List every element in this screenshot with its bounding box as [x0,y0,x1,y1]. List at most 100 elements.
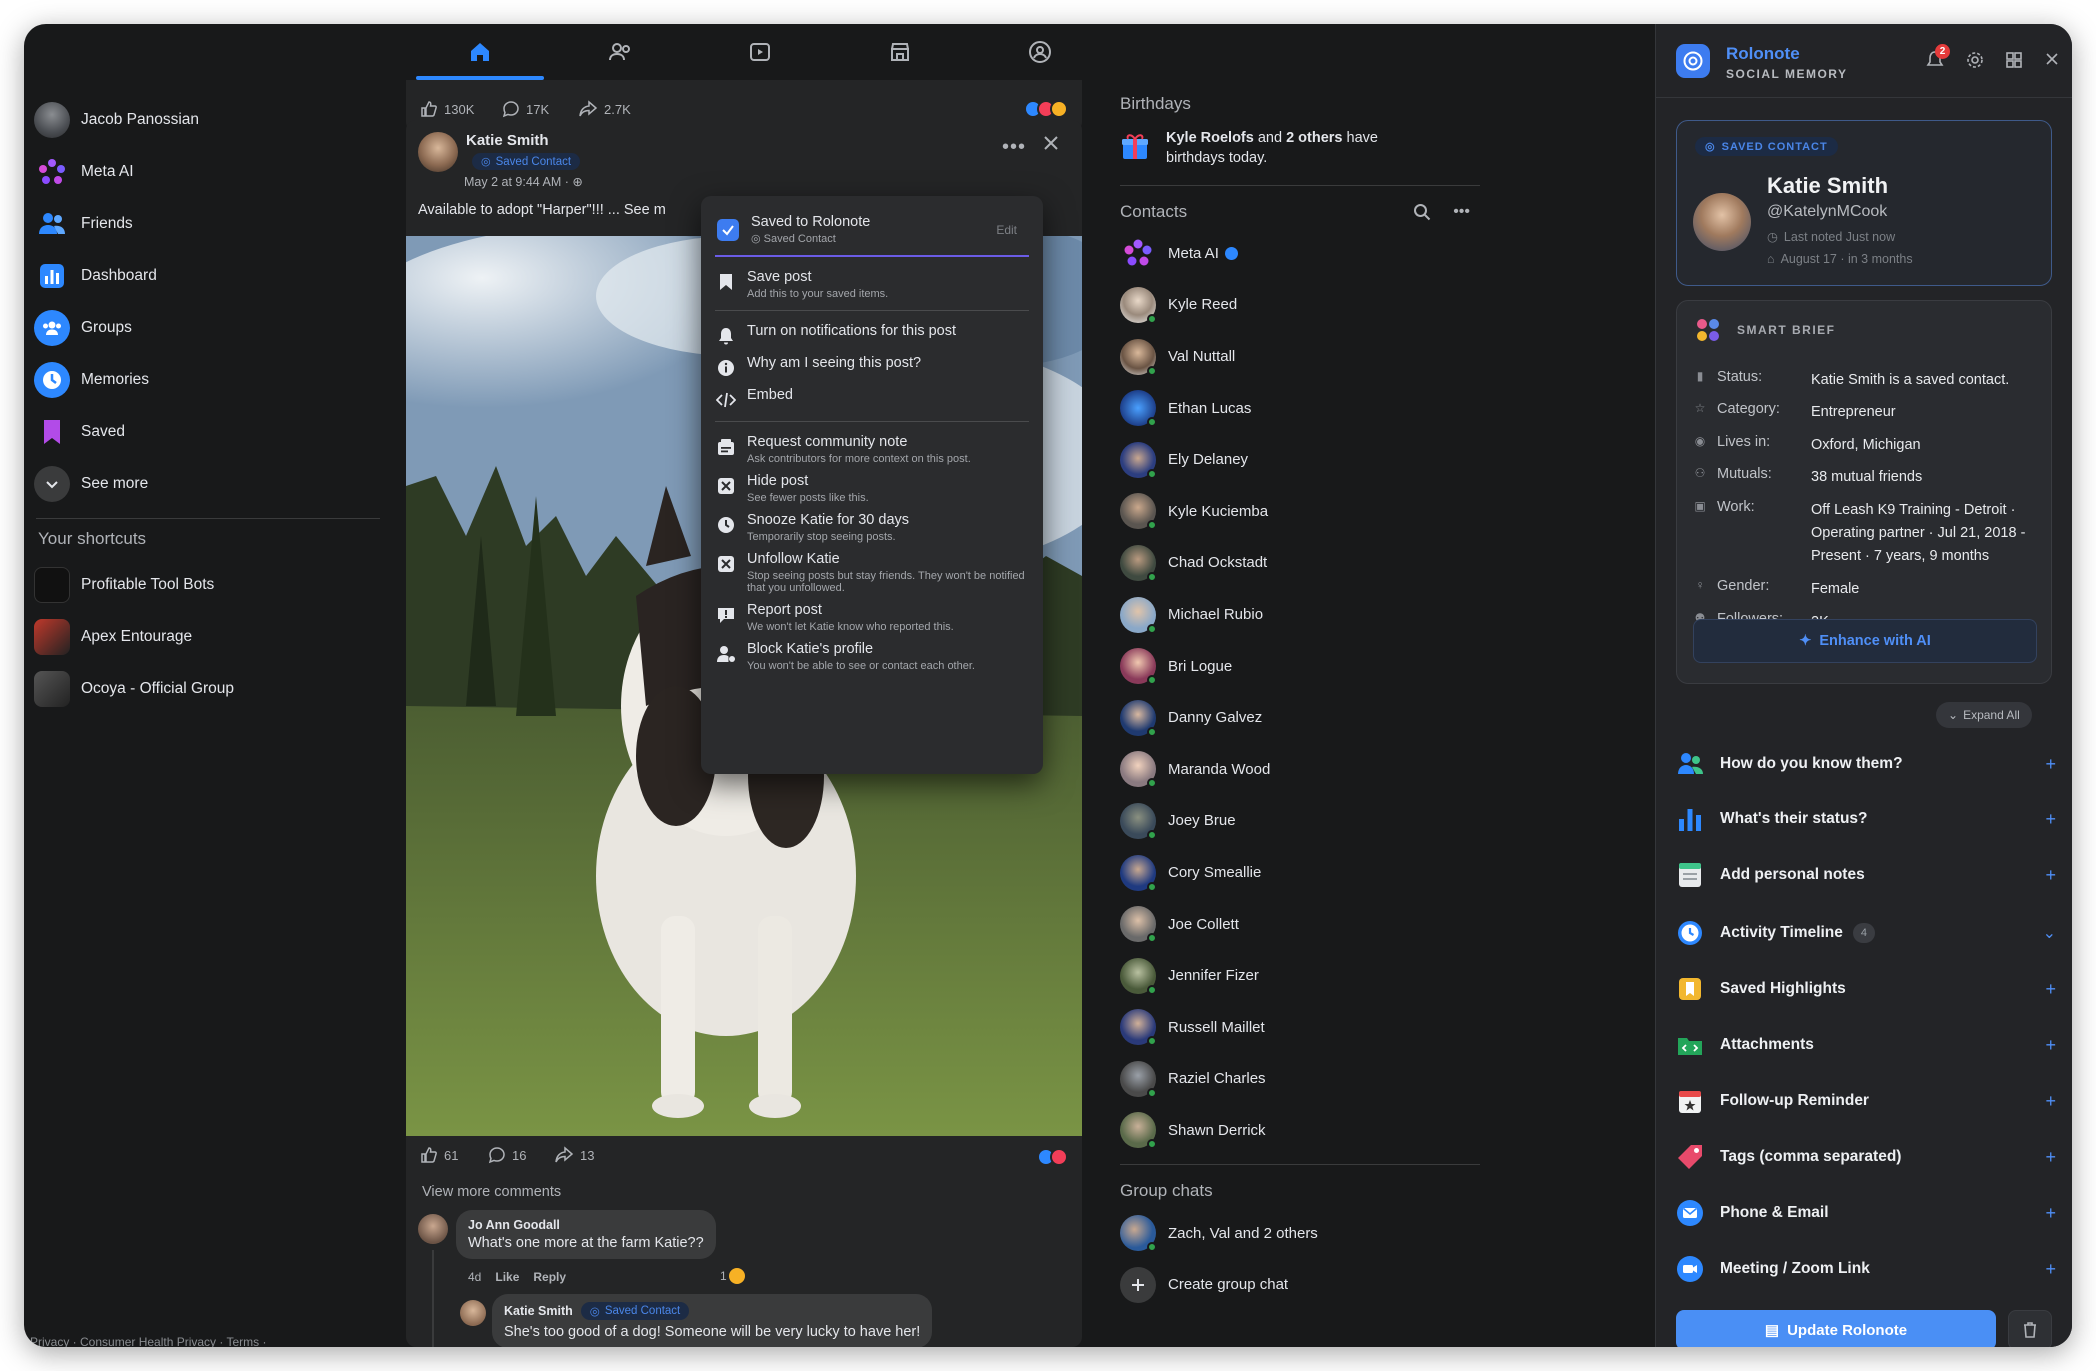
sidebar-footer[interactable]: Privacy · Consumer Health Privacy · Term… [30,1335,267,1347]
contact-item[interactable]: Russell Maillet [1120,1002,1480,1054]
create-group-chat[interactable]: Create group chat [1120,1259,1480,1311]
share-count[interactable]: 2.7K [578,100,631,118]
gear-icon[interactable] [1966,51,1984,69]
group-chat-item[interactable]: Zach, Val and 2 others [1120,1207,1480,1259]
contact-item[interactable]: Maranda Wood [1120,744,1480,796]
contact-item[interactable]: Ely Delaney [1120,434,1480,486]
post-share-count[interactable]: 13 [554,1146,594,1164]
notification-bell[interactable]: 2 [1926,44,1950,75]
contact-item[interactable]: Val Nuttall [1120,331,1480,383]
rolonote-saved-header[interactable]: Saved to Rolonote ◎ Saved Contact Edit [715,206,1029,257]
menu-item-notifications[interactable]: Turn on notifications for this post [715,323,1029,347]
comment-time[interactable]: 4d [468,1270,481,1284]
contact-item[interactable]: Danny Galvez [1120,692,1480,744]
nav-marketplace-tab[interactable] [830,24,970,80]
view-more-comments[interactable]: View more comments [422,1184,561,1200]
post-like-count[interactable]: 61 [420,1146,458,1164]
menu-item-snooze[interactable]: Snooze Katie for 30 days Temporarily stop… [715,512,1029,543]
comment-reply-button[interactable]: Reply [533,1270,566,1284]
edit-button[interactable]: Edit [996,223,1017,237]
post-author-name[interactable]: Katie Smith [466,132,549,149]
contact-item[interactable]: Shawn Derrick [1120,1105,1480,1157]
search-icon[interactable] [1413,203,1431,221]
sidebar-item-meta-ai[interactable]: Meta AI [30,146,390,198]
section-phone-email[interactable]: Phone & Email + [1676,1185,2056,1241]
sidebar-item-profile[interactable]: Jacob Panossian [30,94,390,146]
comment-like-button[interactable]: Like [495,1270,519,1284]
sidebar-item-saved[interactable]: Saved [30,406,390,458]
like-count[interactable]: 130K [420,100,474,118]
close-icon[interactable] [1040,132,1062,159]
menu-item-why-seeing[interactable]: Why am I seeing this post? [715,355,1029,379]
close-icon[interactable] [2044,51,2060,67]
grid-icon[interactable] [2005,51,2023,69]
section-saved-highlights[interactable]: Saved Highlights + [1676,961,2056,1017]
sidebar-item-label: Groups [81,319,132,336]
more-options-icon[interactable]: ••• [1002,136,1026,159]
saved-contact-card[interactable]: ◎ SAVED CONTACT Katie Smith @KatelynMCook… [1676,120,2052,286]
comment-count[interactable]: 17K [502,100,549,118]
section-tags[interactable]: Tags (comma separated) + [1676,1129,2056,1185]
birthday-notice[interactable]: Kyle Roelofs and 2 others have birthdays… [1120,128,1480,169]
shortcut-item[interactable]: Profitable Tool Bots [30,559,390,611]
menu-divider [715,310,1029,311]
menu-item-block[interactable]: Block Katie's profile You won't be able t… [715,641,1029,672]
contact-avatar [1120,596,1157,634]
post-timestamp[interactable]: May 2 at 9:44 AM · [464,175,569,189]
menu-item-report[interactable]: Report post We won't let Katie know who r… [715,602,1029,633]
delete-button[interactable] [2008,1310,2052,1347]
shortcut-item[interactable]: Ocoya - Official Group [30,663,390,715]
nav-watch-tab[interactable] [690,24,830,80]
menu-item-community-note[interactable]: Request community note Ask contributors f… [715,434,1029,465]
smart-brief-rows: ▮ Status: Katie Smith is a saved contact. … [1693,369,2043,643]
sidebar-item-friends[interactable]: Friends [30,198,390,250]
contact-item[interactable]: Ethan Lucas [1120,382,1480,434]
section-how-know[interactable]: How do you know them? + [1676,736,2056,792]
commenter-avatar[interactable] [460,1300,486,1326]
post-author-avatar[interactable] [418,132,458,172]
section-follow-up[interactable]: Follow-up Reminder + [1676,1073,2056,1129]
nav-groups-tab[interactable] [970,24,1110,80]
enhance-with-ai-button[interactable]: ✦ Enhance with AI [1693,619,2037,663]
contact-item[interactable]: Meta AI [1120,228,1480,280]
contact-item[interactable]: Joe Collett [1120,898,1480,950]
section-activity-timeline[interactable]: Activity Timeline 4 ⌄ [1676,905,2056,961]
contact-item[interactable]: Chad Ockstadt [1120,537,1480,589]
nav-home-tab[interactable] [410,24,550,80]
brief-row-category: ☆ Category: Entrepreneur [1693,401,2043,423]
contact-item[interactable]: Cory Smeallie [1120,847,1480,899]
section-status[interactable]: What's their status? + [1676,791,2056,847]
rolonote-saved-sub: Saved Contact [763,233,836,245]
contact-item[interactable]: Michael Rubio [1120,589,1480,641]
comment-reaction-count[interactable]: 1 [720,1268,745,1284]
menu-item-unfollow[interactable]: Unfollow Katie Stop seeing posts but stay… [715,551,1029,594]
expand-all-button[interactable]: ⌄ Expand All [1936,702,2032,728]
contact-item[interactable]: Bri Logue [1120,640,1480,692]
comment-author[interactable]: Katie Smith [504,1304,573,1318]
section-meeting-link[interactable]: Meeting / Zoom Link + [1676,1241,2056,1297]
more-options-icon[interactable]: ••• [1453,203,1470,221]
sidebar-item-groups[interactable]: Groups [30,302,390,354]
contact-item[interactable]: Raziel Charles [1120,1053,1480,1105]
post-comment-count[interactable]: 16 [488,1146,526,1164]
saved-badge-icon: ◎ [481,156,491,168]
sidebar-item-see-more[interactable]: See more [30,458,390,510]
commenter-avatar[interactable] [418,1214,448,1244]
contact-item[interactable]: Kyle Reed [1120,279,1480,331]
contact-item[interactable]: Jennifer Fizer [1120,950,1480,1002]
contact-item[interactable]: Kyle Kuciemba [1120,486,1480,538]
contacts-list: Meta AI Kyle Reed Val Nuttall Ethan Luca… [1120,228,1480,1157]
sidebar-item-dashboard[interactable]: Dashboard [30,250,390,302]
section-attachments[interactable]: Attachments + [1676,1017,2056,1073]
update-rolonote-button[interactable]: ▤ Update Rolonote [1676,1310,1996,1347]
menu-divider [715,421,1029,422]
menu-item-hide-post[interactable]: Hide post See fewer posts like this. [715,473,1029,504]
section-personal-notes[interactable]: Add personal notes + [1676,847,2056,903]
shortcut-item[interactable]: Apex Entourage [30,611,390,663]
comment-author[interactable]: Jo Ann Goodall [468,1218,704,1232]
nav-friends-tab[interactable] [550,24,690,80]
menu-item-embed[interactable]: Embed [715,387,1029,411]
menu-item-save-post[interactable]: Save post Add this to your saved items. [715,269,1029,300]
sidebar-item-memories[interactable]: Memories [30,354,390,406]
contact-item[interactable]: Joey Brue [1120,795,1480,847]
